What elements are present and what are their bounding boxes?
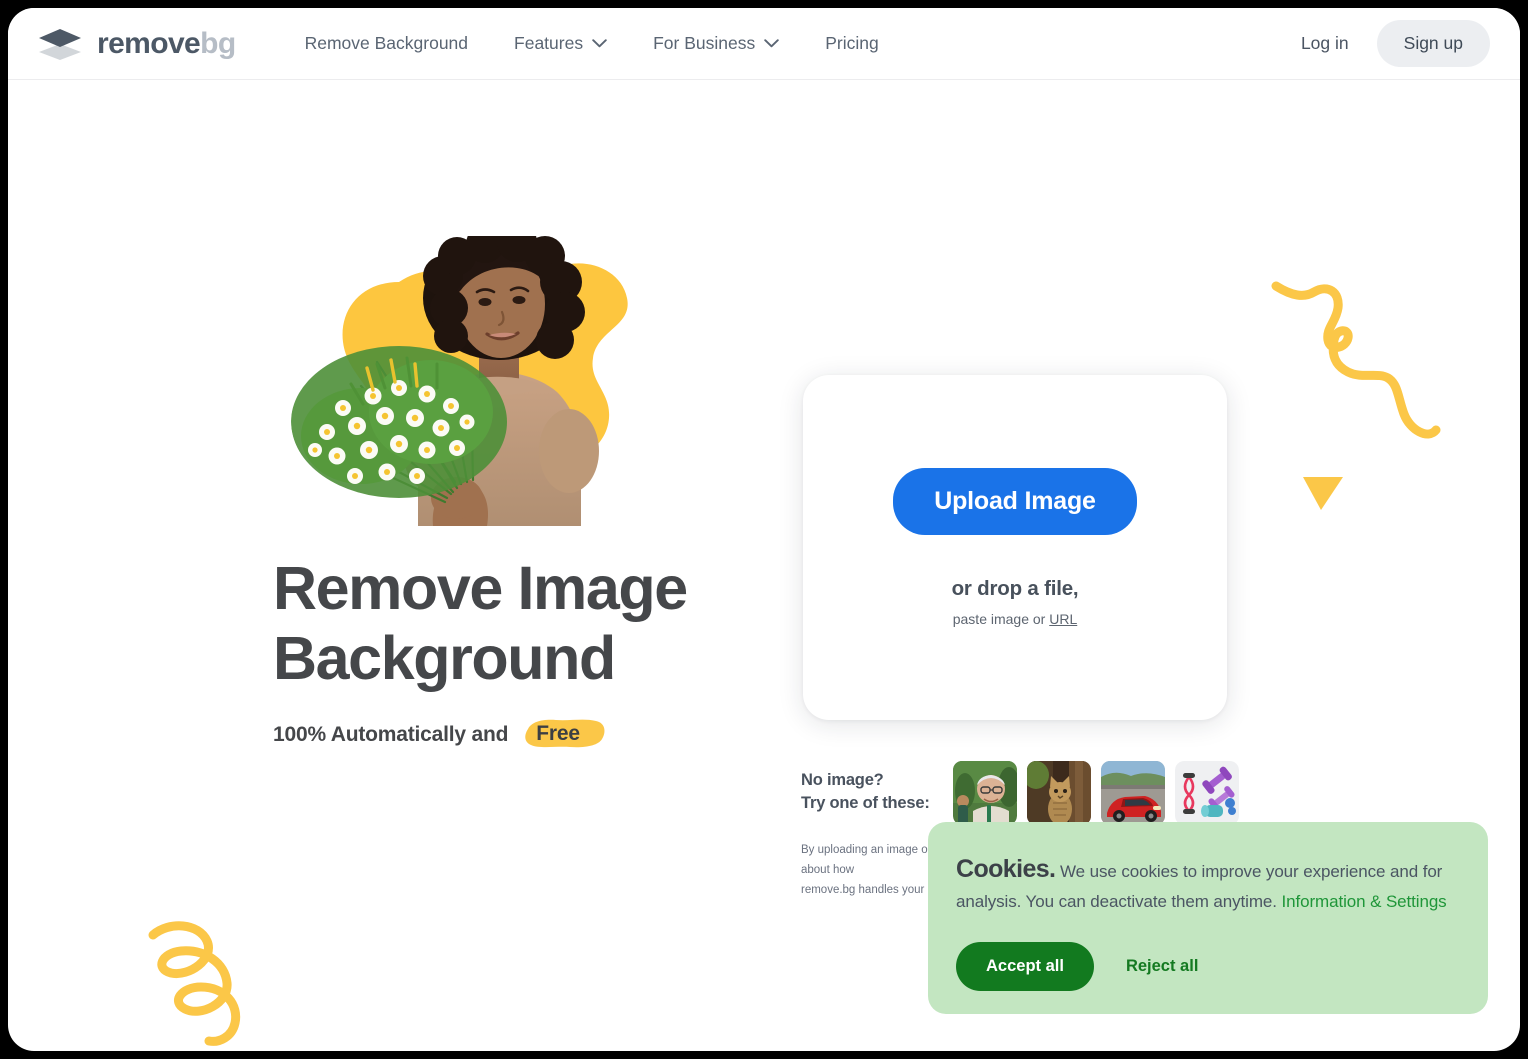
sample-fitness-equipment[interactable] <box>1175 761 1239 825</box>
hero-subtitle: 100% Automatically and Free <box>273 719 773 751</box>
signup-button[interactable]: Sign up <box>1376 20 1490 67</box>
paste-hint-prefix: paste image or <box>952 611 1050 627</box>
logo-text-bg: bg <box>200 26 236 60</box>
sample-images-section: No image? Try one of these: <box>801 761 1249 825</box>
hero-free-badge: Free <box>522 719 605 751</box>
nav-label: Remove Background <box>304 33 469 53</box>
samples-label-line2: Try one of these: <box>801 794 930 813</box>
accept-all-button[interactable]: Accept all <box>956 942 1094 992</box>
paste-hint: paste image or URL <box>953 611 1078 627</box>
logo[interactable]: removebg <box>36 24 236 64</box>
sample-red-car[interactable] <box>1101 761 1165 825</box>
yellow-squiggle-icon <box>1271 281 1441 439</box>
page-title: Remove Image Background <box>273 554 773 693</box>
cookie-information-settings-link[interactable]: Information & Settings <box>1282 892 1447 911</box>
site-header: removebg Remove Background Features For … <box>8 8 1520 80</box>
reject-all-button[interactable]: Reject all <box>1112 942 1212 991</box>
hero-title-line2: Background <box>273 623 616 692</box>
login-link[interactable]: Log in <box>1281 24 1369 63</box>
cookie-banner-heading: Cookies. <box>956 855 1056 883</box>
hero-subtitle-prefix: 100% Automatically and <box>273 723 509 747</box>
logo-text: removebg <box>97 26 236 60</box>
sample-man-portrait[interactable] <box>953 761 1017 825</box>
main-nav: Remove Background Features For Business … <box>282 23 902 65</box>
hero-free-label: Free <box>536 722 580 746</box>
nav-label: Features <box>514 33 584 53</box>
cookie-banner-text: Cookies. We use cookies to improve your … <box>956 850 1460 915</box>
nav-item-for-business[interactable]: For Business <box>630 23 802 65</box>
hero-title-line1: Remove Image <box>273 554 688 622</box>
yellow-spiral-icon <box>148 921 241 1046</box>
chevron-down-icon <box>764 39 779 48</box>
paste-url-link[interactable]: URL <box>1049 611 1077 627</box>
browser-window: removebg Remove Background Features For … <box>8 8 1520 1051</box>
chevron-down-icon <box>592 39 607 48</box>
nav-item-features[interactable]: Features <box>491 23 630 65</box>
nav-label: Pricing <box>825 33 879 53</box>
nav-item-pricing[interactable]: Pricing <box>802 23 902 65</box>
cookie-consent-banner: Cookies. We use cookies to improve your … <box>928 822 1488 1014</box>
nav-label: For Business <box>653 33 756 53</box>
sample-cat[interactable] <box>1027 761 1091 825</box>
drop-file-label: or drop a file, <box>951 577 1079 600</box>
nav-item-remove-background[interactable]: Remove Background <box>282 23 491 65</box>
upload-image-button[interactable]: Upload Image <box>893 468 1137 535</box>
cookie-banner-actions: Accept all Reject all <box>956 942 1460 992</box>
woman-holding-flowers-photo <box>291 236 599 526</box>
hero-section: Remove Image Background 100% Automatical… <box>273 236 773 751</box>
sample-images-label: No image? Try one of these: <box>801 761 953 816</box>
logo-text-remove: remove <box>97 26 201 60</box>
samples-label-line1: No image? <box>801 771 884 789</box>
hero-photo-stage <box>281 236 701 526</box>
stacked-layers-icon <box>39 28 81 60</box>
upload-card[interactable]: Upload Image or drop a file, paste image… <box>803 375 1227 720</box>
yellow-triangle-icon <box>1303 477 1343 510</box>
header-actions: Log in Sign up <box>1281 20 1490 67</box>
